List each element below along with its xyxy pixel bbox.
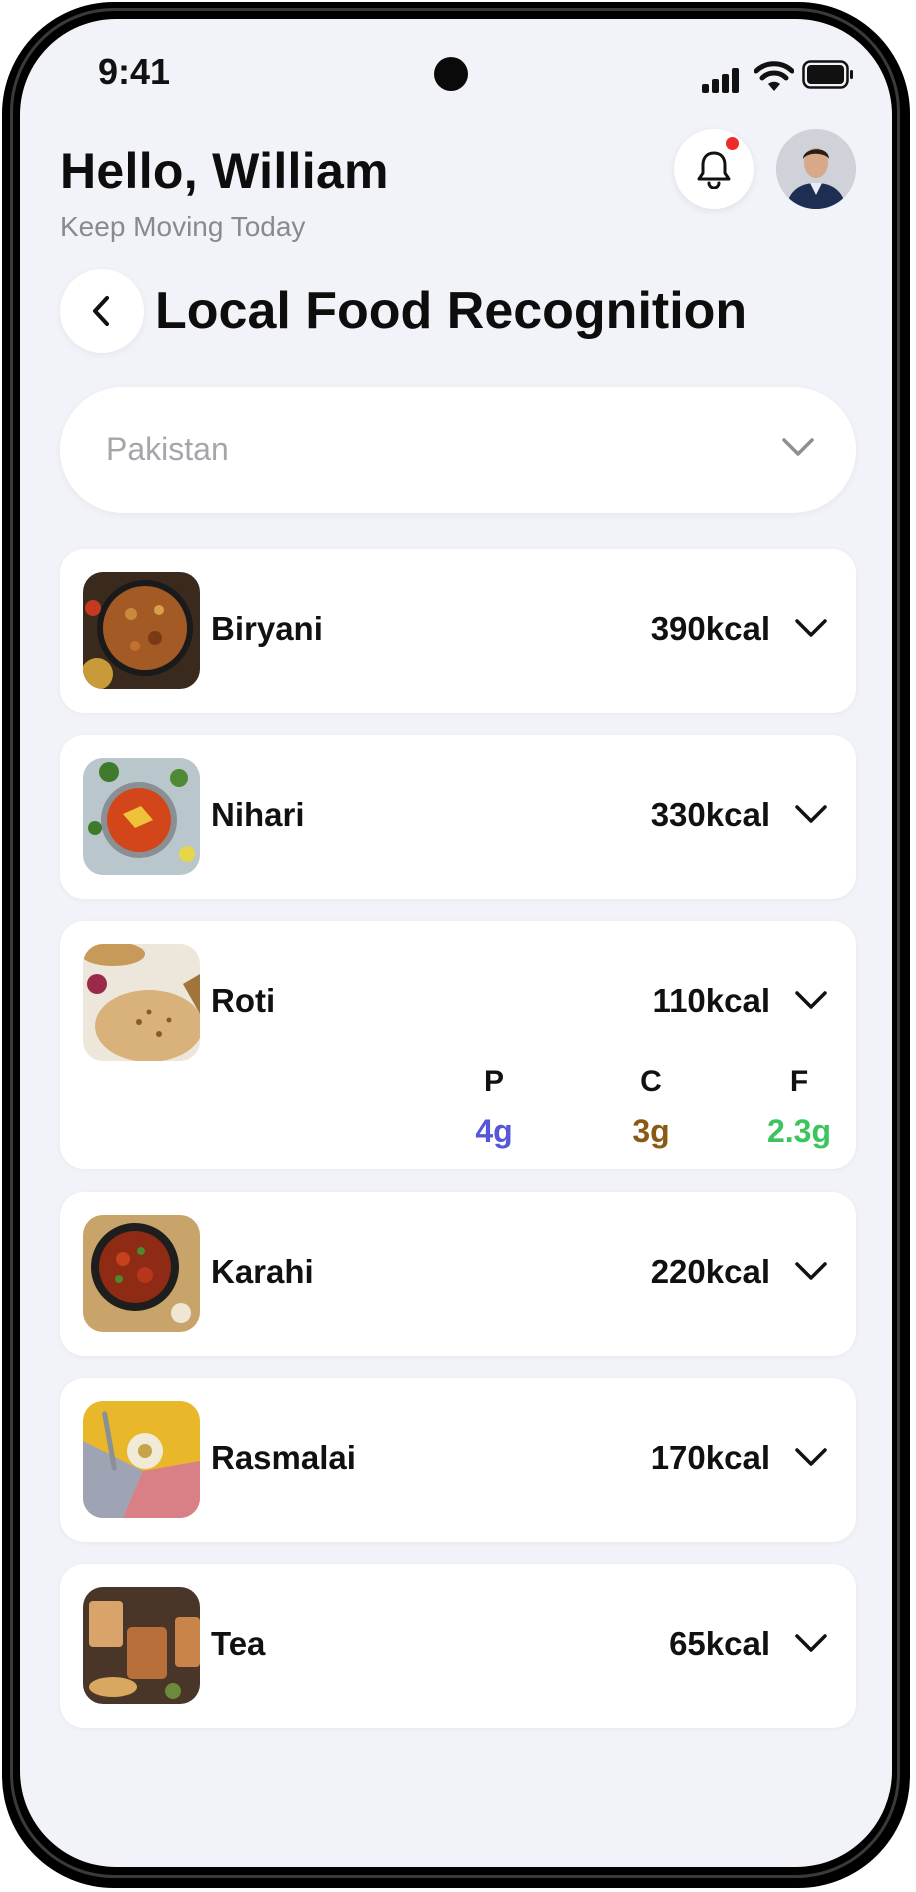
bell-icon <box>697 151 731 189</box>
food-name: Biryani <box>211 610 323 647</box>
wifi-icon <box>754 61 794 91</box>
macro-carbs-label: C <box>640 1065 662 1098</box>
chevron-down-icon[interactable] <box>794 1260 828 1282</box>
avatar[interactable] <box>776 129 856 209</box>
status-time: 9:41 <box>98 51 171 92</box>
food-card-roti[interactable]: Roti 110kcal P 4g C 3g F 2.3g <box>60 921 856 1169</box>
food-name: Roti <box>211 982 276 1019</box>
food-image-roti <box>83 944 200 1061</box>
food-image-biryani <box>83 572 200 689</box>
chevron-down-icon[interactable] <box>794 803 828 825</box>
food-image-rasmalai <box>83 1401 200 1518</box>
notification-dot <box>726 137 739 150</box>
chevron-down-icon[interactable] <box>794 1632 828 1654</box>
macro-fat-value: 2.3g <box>766 1113 832 1149</box>
greeting-title: Hello, William <box>60 143 389 199</box>
chevron-down-icon[interactable] <box>794 617 828 639</box>
country-select[interactable]: Pakistan <box>60 387 856 513</box>
chevron-down-icon[interactable] <box>794 1446 828 1468</box>
greeting-subtitle: Keep Moving Today <box>60 211 306 242</box>
status-bar: 9:41 <box>20 19 892 119</box>
battery-icon <box>802 60 853 89</box>
food-kcal: 170kcal <box>650 1439 770 1476</box>
food-name: Nihari <box>211 796 305 833</box>
app-screen: 9:41 Hello, William Keep Moving Today Lo… <box>20 19 892 1867</box>
food-name: Karahi <box>211 1253 314 1290</box>
food-name: Tea <box>211 1625 266 1662</box>
notifications-button[interactable] <box>674 129 754 209</box>
food-kcal: 110kcal <box>652 982 770 1019</box>
food-card-rasmalai[interactable]: Rasmalai 170kcal <box>60 1378 856 1542</box>
food-image-karahi <box>83 1215 200 1332</box>
food-card-tea[interactable]: Tea 65kcal <box>60 1564 856 1728</box>
macro-fat-label: F <box>789 1065 809 1098</box>
food-kcal: 330kcal <box>650 796 770 833</box>
macro-carbs: C 3g <box>611 1065 691 1150</box>
food-card-nihari[interactable]: Nihari 330kcal <box>60 735 856 899</box>
back-arrow-icon <box>93 296 109 326</box>
food-card-karahi[interactable]: Karahi 220kcal <box>60 1192 856 1356</box>
page-title: Local Food Recognition <box>155 282 748 340</box>
food-kcal: 220kcal <box>650 1253 770 1290</box>
macro-protein-label: P <box>483 1065 504 1098</box>
food-kcal: 390kcal <box>650 610 770 647</box>
food-image-nihari <box>83 758 200 875</box>
food-kcal: 65kcal <box>669 1625 770 1662</box>
country-select-value: Pakistan <box>106 431 229 467</box>
signal-icon <box>702 67 740 93</box>
macro-protein-value: 4g <box>475 1113 513 1149</box>
front-camera <box>434 57 468 91</box>
avatar-photo <box>776 129 856 209</box>
food-name: Rasmalai <box>211 1439 356 1476</box>
back-button[interactable] <box>60 269 144 353</box>
macro-carbs-value: 3g <box>632 1113 670 1149</box>
macro-protein: P 4g <box>454 1065 534 1150</box>
macro-fat: F 2.3g <box>759 1065 839 1150</box>
chevron-down-icon[interactable] <box>794 989 828 1011</box>
chevron-down-icon <box>782 438 814 456</box>
food-card-biryani[interactable]: Biryani 390kcal <box>60 549 856 713</box>
food-image-tea <box>83 1587 200 1704</box>
